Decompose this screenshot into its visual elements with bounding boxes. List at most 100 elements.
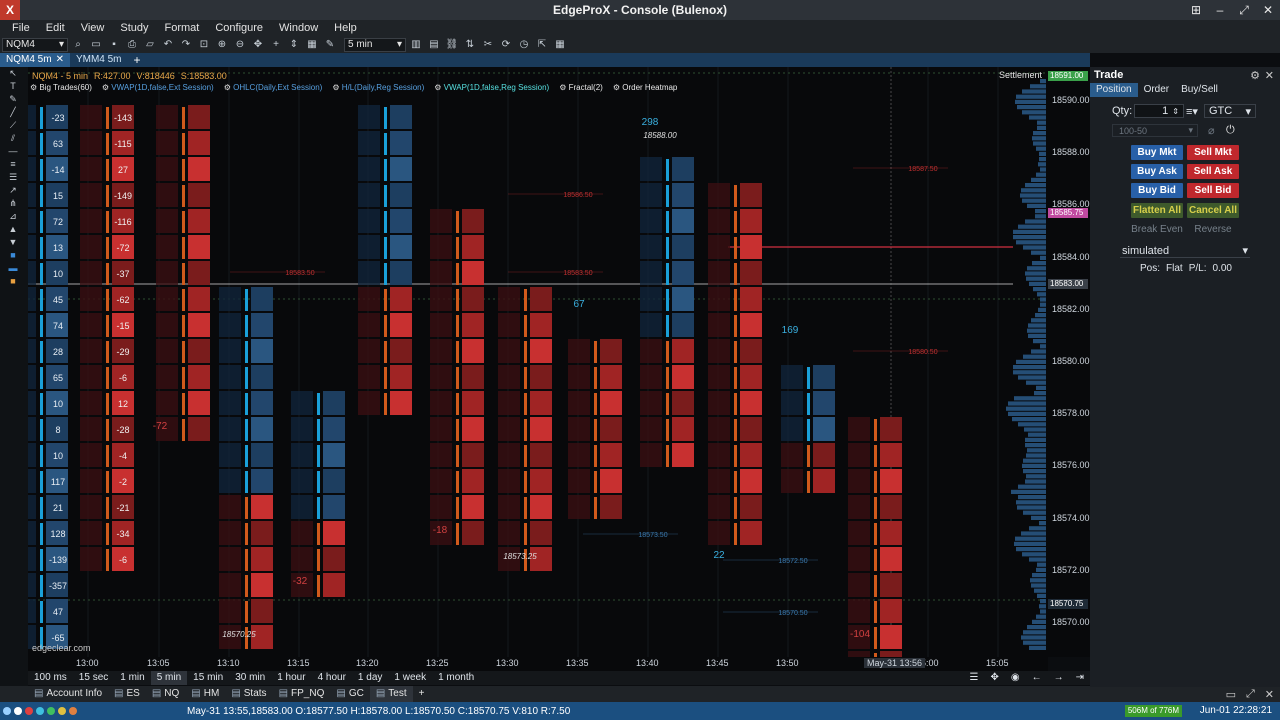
indicator-5[interactable]: ⚙ Fractal(2) [559,83,603,95]
sell-mkt-button[interactable]: Sell Mkt [1187,145,1239,160]
channel-icon[interactable]: ⫽ [4,132,22,145]
split-icon[interactable]: ⇅ [462,37,478,52]
cancel-all-button[interactable]: Cancel All [1187,203,1239,218]
timeframe-0[interactable]: 100 ms [28,671,73,685]
scale-icon[interactable]: ⇕ [286,37,302,52]
text-icon[interactable]: T [4,80,22,93]
eye-icon[interactable]: ◉ [1005,671,1026,685]
menu-file[interactable]: File [4,20,38,36]
up-arrow-icon[interactable]: ▲ [4,223,22,236]
scroll-right-icon[interactable]: → [1048,671,1070,685]
pan-icon[interactable]: ✥ [984,671,1004,685]
grid-icon[interactable]: ⊞ [1184,0,1208,20]
measure-icon[interactable]: ⊿ [4,210,22,223]
arrow-line-icon[interactable]: ↗ [4,184,22,197]
line-icon[interactable]: ╱ [4,106,22,119]
jump-end-icon[interactable]: ⇥ [1070,671,1090,685]
timeframe-5[interactable]: 30 min [229,671,271,685]
timeframe-8[interactable]: 1 day [352,671,388,685]
timeframe-7[interactable]: 4 hour [312,671,352,685]
gear-icon[interactable]: ⚙ [224,83,233,92]
zoom-fit-icon[interactable]: ⊡ [196,37,212,52]
bottom-tab-2[interactable]: ▤ NQ [146,686,185,702]
open-folder-icon[interactable]: ▱ [142,37,158,52]
tif-select[interactable]: GTC ▾ [1204,104,1256,118]
rectangle-icon[interactable]: ■ [4,249,22,262]
sell-ask-button[interactable]: Sell Ask [1187,164,1239,179]
link-icon[interactable]: ⛓ [444,37,460,52]
reverse-button[interactable]: Reverse [1187,222,1239,237]
template-icon[interactable]: ▤ [426,37,442,52]
list-icon[interactable]: ☰ [964,671,985,685]
gear-icon[interactable]: ⚙ [332,83,341,92]
cursor-icon[interactable]: ↖ [4,67,22,80]
pitchfork-icon[interactable]: ⋔ [4,197,22,210]
menu-help[interactable]: Help [326,20,365,36]
qty-input[interactable]: 1 ⇕ [1134,104,1184,118]
tab-nqm4-5m[interactable]: NQM4 5m ✕ [0,53,70,67]
bottom-tab-0[interactable]: ▤ Account Info [28,686,108,702]
highlight-icon[interactable]: ■ [4,275,22,288]
indicator-1[interactable]: ⚙ VWAP(1D,false,Ext Session) [102,83,214,95]
indicator-0[interactable]: ⚙ Big Trades(60) [30,83,92,95]
menu-study[interactable]: Study [112,20,156,36]
indicator-6[interactable]: ⚙ Order Heatmap [613,83,678,95]
refresh-icon[interactable]: ⟳ [498,37,514,52]
pointer-icon[interactable]: ⇱ [534,37,550,52]
buy-ask-button[interactable]: Buy Ask [1131,164,1183,179]
memory-indicator[interactable]: 506M of 776M [1124,705,1182,717]
add-tab-button[interactable]: + [413,686,431,702]
time-axis[interactable]: 13:00 13:05 13:10 13:15 13:20 13:25 13:30 13:35… [28,657,1048,671]
down-arrow-icon[interactable]: ▼ [4,236,22,249]
timeframe-1[interactable]: 15 sec [73,671,114,685]
close-icon[interactable]: ✕ [56,53,64,67]
timeframe-3[interactable]: 5 min [150,671,188,685]
timeframe-4[interactable]: 15 min [187,671,229,685]
layout-icon[interactable]: ▭ [1226,688,1236,701]
flatten-all-button[interactable]: Flatten All [1131,203,1183,218]
stepper-icon[interactable]: ⇕ [1172,107,1179,116]
timeframe-2[interactable]: 1 min [114,671,150,685]
interval-select[interactable]: 5 min ▾ [344,37,406,52]
grid-toggle-icon[interactable]: ▦ [304,37,320,52]
undo-icon[interactable]: ↶ [160,37,176,52]
bottom-tab-4[interactable]: ▤ Stats [225,686,272,702]
attach-icon[interactable]: ⌀ [1208,124,1215,137]
sell-bid-button[interactable]: Sell Bid [1187,183,1239,198]
timeframe-9[interactable]: 1 week [388,671,432,685]
draw-icon[interactable]: ✎ [322,37,338,52]
list-icon[interactable]: ≡▾ [1186,105,1198,118]
bracket-select[interactable]: 100-50 ▾ [1112,124,1198,137]
power-icon[interactable]: ⏻ [1226,124,1235,137]
gear-icon[interactable]: ⚙ [613,83,622,92]
zoom-in-icon[interactable]: ⊕ [214,37,230,52]
tools-icon[interactable]: ✂ [480,37,496,52]
table-icon[interactable]: ▦ [552,37,568,52]
gear-icon[interactable]: ⚙ [102,83,111,92]
bottom-tab-7[interactable]: ▤ Test [369,686,413,702]
crosshair-icon[interactable]: + [268,37,284,52]
print-icon[interactable]: ⎙ [124,37,140,52]
save-icon[interactable]: ▪ [106,37,122,52]
ellipse-icon[interactable]: ▬ [4,262,22,275]
indicator-4[interactable]: ⚙ VWAP(1D,false,Reg Session) [434,83,549,95]
hline-icon[interactable]: — [4,145,22,158]
menu-view[interactable]: View [73,20,113,36]
bottom-tab-5[interactable]: ▤ FP_NQ [273,686,331,702]
gear-icon[interactable]: ⚙ [559,83,568,92]
gear-icon[interactable]: ⚙ [434,83,443,92]
price-axis[interactable]: 18590.00 18588.00 18586.00 18584.00 18582.00… [1048,67,1090,657]
fib-icon[interactable]: ≡ [4,158,22,171]
gear-icon[interactable]: ⚙ [30,83,39,92]
break-even-button[interactable]: Break Even [1131,222,1183,237]
minimize-icon[interactable]: – [1208,0,1232,20]
close-icon[interactable]: ✕ [1256,0,1280,20]
timeframe-10[interactable]: 1 month [432,671,480,685]
bar-type-icon[interactable]: ▥ [408,37,424,52]
tab-position[interactable]: Position [1090,83,1138,97]
close-icon[interactable]: ✕ [1265,69,1274,82]
gear-icon[interactable]: ⚙ [1250,69,1260,82]
add-tab-button[interactable]: + [128,53,147,67]
chart-canvas[interactable]: -23 63 -14 15 72 13 10 45 74 28 65 10 8 10 117 21 128 -13… [28,67,1048,657]
close-icon[interactable]: ✕ [1265,688,1274,701]
